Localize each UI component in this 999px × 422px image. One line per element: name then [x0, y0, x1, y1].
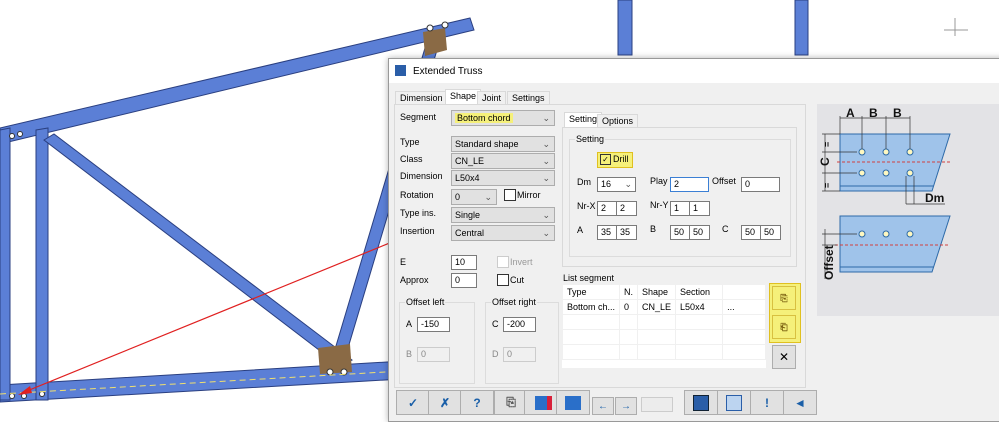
- app-icon: [395, 65, 406, 76]
- profile-red-icon-button[interactable]: [524, 390, 558, 415]
- invert-checkbox[interactable]: [497, 256, 509, 268]
- b-input-2[interactable]: 50: [689, 225, 710, 240]
- offset-right-group: Offset right C -200 D 0: [485, 297, 559, 384]
- tab-settings[interactable]: Settings: [507, 91, 550, 105]
- right-post: [617, 0, 633, 56]
- offset-left-b-input[interactable]: 0: [417, 347, 450, 362]
- tab-dimension[interactable]: Dimension: [395, 91, 448, 105]
- svg-text:A: A: [846, 106, 855, 120]
- type-label: Type: [400, 137, 420, 147]
- wireframe-view-button[interactable]: [717, 390, 751, 415]
- extended-truss-dialog: Extended Truss Dimension Shape Joint Set…: [388, 58, 999, 422]
- delete-button[interactable]: ✕: [772, 345, 796, 369]
- svg-text:Dm: Dm: [925, 191, 944, 205]
- class-label: Class: [400, 154, 423, 164]
- a-input-1[interactable]: 35: [597, 225, 618, 240]
- list-segment-label: List segment: [563, 273, 615, 283]
- c-input-2[interactable]: 50: [760, 225, 781, 240]
- axis-icon: [944, 18, 968, 36]
- e-input[interactable]: 10: [451, 255, 477, 270]
- b-input-1[interactable]: 50: [670, 225, 691, 240]
- left-end: [0, 127, 11, 401]
- dialog-title: Extended Truss: [413, 66, 483, 77]
- a-input-2[interactable]: 35: [616, 225, 637, 240]
- paste-button[interactable]: ⎗: [772, 315, 796, 339]
- insertion-label: Insertion: [400, 226, 435, 236]
- table-row[interactable]: Bottom ch... 0 CN_LE L50x4...: [562, 299, 766, 315]
- previous-button[interactable]: ←: [592, 397, 614, 415]
- svg-text:=: =: [822, 142, 832, 147]
- mirror-label: Mirror: [517, 190, 541, 200]
- play-input[interactable]: 2: [670, 177, 709, 192]
- next-button[interactable]: →: [615, 397, 637, 415]
- rotation-label: Rotation: [400, 190, 434, 200]
- check-icon: ✓: [600, 154, 611, 165]
- drill-diagram: A B B C = = Dm Offset: [817, 104, 999, 316]
- approx-input[interactable]: 0: [451, 273, 477, 288]
- insertion-select[interactable]: Central ⌄: [451, 225, 555, 241]
- svg-text:Offset: Offset: [822, 245, 836, 280]
- help-button[interactable]: ?: [460, 390, 494, 415]
- tab-options[interactable]: Options: [597, 114, 639, 128]
- svg-text:B: B: [893, 106, 902, 120]
- offset-right-c-input[interactable]: -200: [503, 317, 536, 332]
- page-field[interactable]: [641, 397, 673, 412]
- type-select[interactable]: Standard shape ⌄: [451, 136, 555, 152]
- diagonal: [43, 133, 353, 367]
- segment-select[interactable]: Bottom chord ⌄: [451, 110, 555, 126]
- copy-button[interactable]: ⎘: [772, 286, 796, 310]
- approx-label: Approx: [400, 275, 429, 285]
- cancel-button[interactable]: ✗: [428, 390, 462, 415]
- nry-input-1[interactable]: 1: [670, 201, 691, 216]
- offset-right-d-input[interactable]: 0: [503, 347, 536, 362]
- title-bar: Extended Truss: [389, 59, 999, 83]
- offset-left-a-input[interactable]: -150: [417, 317, 450, 332]
- drill-checkbox[interactable]: ✓ Drill: [597, 152, 633, 168]
- mirror-checkbox[interactable]: [504, 189, 516, 201]
- right-post: [794, 0, 809, 56]
- cut-checkbox[interactable]: [497, 274, 509, 286]
- type-ins-label: Type ins.: [400, 208, 437, 218]
- dm-select[interactable]: 16 ⌄: [597, 177, 636, 192]
- nrx-input-2[interactable]: 2: [616, 201, 637, 216]
- segment-label: Segment: [400, 112, 437, 122]
- dimension-label: Dimension: [400, 171, 443, 181]
- table-header: Type N. Shape Section: [562, 284, 766, 300]
- tab-shape[interactable]: Shape: [445, 89, 482, 105]
- copy-settings-button[interactable]: ⎘: [494, 390, 528, 415]
- svg-text:=: =: [822, 183, 832, 188]
- list-segment-table[interactable]: Type N. Shape Section Bottom ch... 0 CN_LE L50…: [562, 284, 766, 368]
- left-vertical: [35, 127, 49, 401]
- c-input-1[interactable]: 50: [741, 225, 762, 240]
- offset-input[interactable]: 0: [741, 177, 780, 192]
- type-ins-select[interactable]: Single ⌄: [451, 207, 555, 223]
- ok-button[interactable]: ✓: [396, 390, 430, 415]
- dimension-select[interactable]: L50x4 ⌄: [451, 170, 555, 186]
- invert-label: Invert: [510, 257, 533, 267]
- offset-left-group: Offset left A -150 B 0: [399, 297, 475, 384]
- nry-input-2[interactable]: 1: [689, 201, 710, 216]
- tab-joint[interactable]: Joint: [477, 91, 507, 105]
- nrx-input-1[interactable]: 2: [597, 201, 618, 216]
- profile-blue-icon-button[interactable]: [556, 390, 590, 415]
- back-button[interactable]: ◄: [783, 390, 817, 415]
- rotation-select[interactable]: 0 ⌄: [451, 189, 497, 205]
- svg-text:B: B: [869, 106, 878, 120]
- bottom-chord: [0, 359, 421, 403]
- cut-label: Cut: [510, 275, 525, 285]
- warning-button[interactable]: !: [750, 390, 784, 415]
- setting-group: Setting ✓ Drill Dm 16 ⌄ Play 2 Offset 0 N…: [569, 134, 791, 257]
- class-select[interactable]: CN_LE ⌄: [451, 153, 555, 169]
- svg-text:C: C: [818, 157, 832, 166]
- e-label: E: [400, 257, 407, 267]
- solid-view-button[interactable]: [684, 390, 718, 415]
